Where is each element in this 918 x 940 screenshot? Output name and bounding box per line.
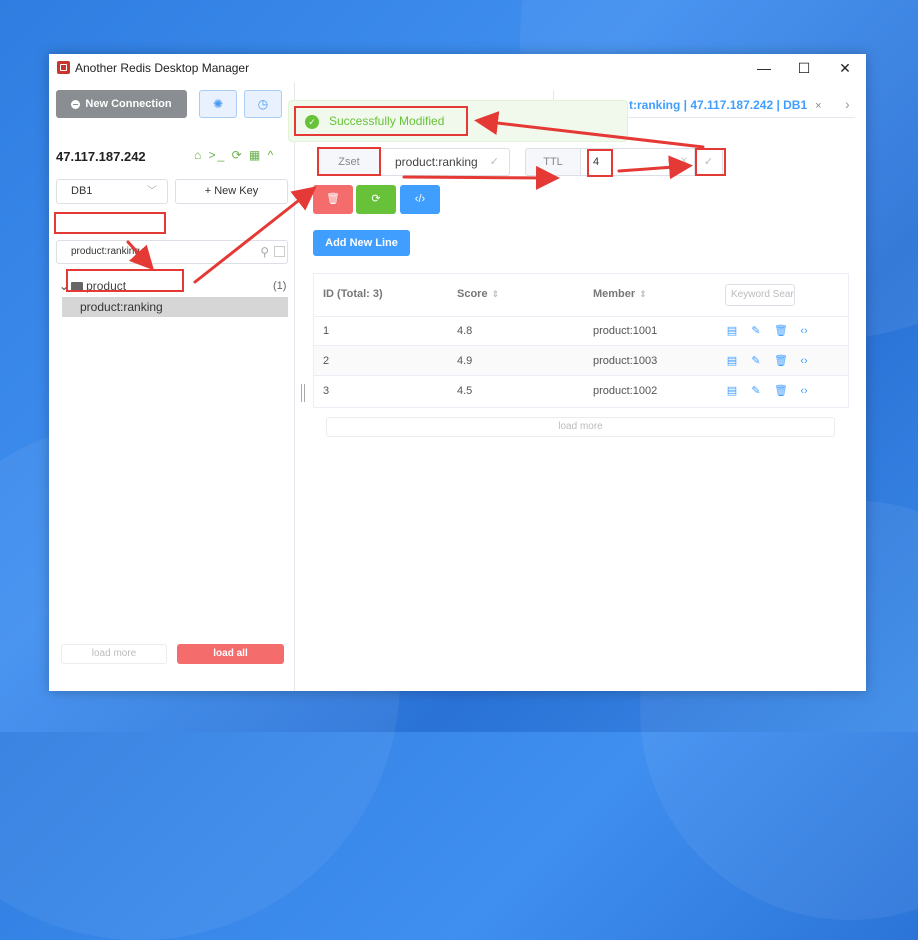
row-id: 1: [323, 325, 330, 337]
view-icon[interactable]: ▤: [726, 354, 738, 367]
new-key-button[interactable]: + New Key: [175, 179, 288, 204]
key-search-input[interactable]: product:ranking ⚲: [56, 240, 288, 264]
column-id-header: ID (Total: 3): [323, 288, 383, 300]
app-logo-icon: [57, 61, 70, 74]
sidebar-load-more-button[interactable]: load more: [61, 644, 167, 664]
code-icon[interactable]: ‹›: [798, 325, 810, 337]
key-search-value: product:ranking: [71, 246, 140, 257]
trash-icon[interactable]: 🗑: [774, 384, 788, 397]
trash-icon[interactable]: 🗑: [774, 354, 788, 367]
tab-scroll-right-icon[interactable]: ›: [845, 96, 850, 112]
member-header-label: Member: [593, 288, 636, 300]
edit-icon[interactable]: ✎: [750, 324, 762, 337]
clock-icon: ◷: [257, 97, 269, 111]
table-row: 1 4.8 product:1001 ▤ ✎ 🗑 ‹›: [314, 316, 848, 346]
tree-item-key[interactable]: product:ranking: [62, 297, 288, 317]
table-row: 2 4.9 product:1003 ▤ ✎ 🗑 ‹›: [314, 346, 848, 376]
exact-match-checkbox[interactable]: [274, 246, 285, 257]
connection-tools-icons[interactable]: ⌂ >_ ⟳ ▦ ^: [194, 148, 275, 162]
window-title: Another Redis Desktop Manager: [75, 61, 250, 75]
code-icon[interactable]: ‹›: [798, 385, 810, 397]
refresh-icon: ⟳: [371, 193, 381, 205]
db-select-value: DB1: [71, 185, 93, 197]
search-icon[interactable]: ⚲: [260, 241, 269, 263]
history-button[interactable]: ◷: [244, 90, 282, 118]
code-icon: ‹/›: [414, 193, 426, 205]
row-actions: ▤ ✎ 🗑 ‹›: [726, 324, 822, 337]
chevron-down-icon: ﹀: [147, 186, 157, 197]
maximize-button[interactable]: ☐: [789, 58, 819, 78]
gear-icon: ✺: [212, 97, 224, 111]
score-header-label: Score: [457, 288, 488, 300]
new-connection-label: New Connection: [85, 98, 172, 110]
annotation-box-search: [54, 212, 166, 234]
minimize-button[interactable]: —: [749, 58, 779, 78]
row-score: 4.8: [457, 325, 473, 337]
key-name-input[interactable]: product:ranking ✓: [380, 148, 510, 176]
view-icon[interactable]: ▤: [726, 324, 738, 337]
clear-icon[interactable]: ✕: [680, 149, 688, 175]
tab-key-ranking[interactable]: t:ranking | 47.117.187.242 | DB1 ×: [629, 98, 822, 112]
trash-icon[interactable]: 🗑: [774, 324, 788, 337]
app-window: Another Redis Desktop Manager — ☐ ✕ New …: [49, 54, 866, 691]
view-icon[interactable]: ▤: [726, 384, 738, 397]
sidebar: New Connection ✺ ◷ 47.117.187.242 ⌂ >_ ⟳…: [49, 82, 295, 691]
key-name-value: product:ranking: [395, 155, 478, 169]
title-bar: Another Redis Desktop Manager — ☐ ✕: [49, 54, 866, 82]
column-member-header[interactable]: Member ⇕: [593, 288, 647, 300]
row-member: product:1001: [593, 325, 658, 337]
sort-icon[interactable]: ⇕: [492, 289, 500, 299]
annotation-box-ttl: [587, 149, 613, 177]
add-new-line-button[interactable]: Add New Line: [313, 230, 410, 256]
delete-key-button[interactable]: 🗑: [313, 185, 353, 214]
annotation-box-confirm: [695, 148, 726, 176]
connection-name[interactable]: 47.117.187.242: [56, 149, 146, 164]
row-actions: ▤ ✎ 🗑 ‹›: [726, 354, 822, 367]
annotation-box-type: [317, 147, 381, 176]
row-score: 4.5: [457, 385, 473, 397]
db-select[interactable]: DB1 ﹀: [56, 179, 168, 204]
table-row: 3 4.5 product:1002 ▤ ✎ 🗑 ‹›: [314, 376, 848, 406]
new-connection-button[interactable]: New Connection: [56, 90, 187, 118]
row-member: product:1002: [593, 385, 658, 397]
trash-icon: 🗑: [326, 193, 340, 205]
row-id: 3: [323, 385, 330, 397]
tree-folder-count: (1): [273, 280, 287, 292]
tab-close-button[interactable]: ×: [815, 100, 821, 112]
edit-icon[interactable]: ✎: [750, 354, 762, 367]
keyword-search-input[interactable]: Keyword Search: [725, 284, 795, 306]
annotation-box-tree-item: [66, 269, 184, 292]
refresh-key-button[interactable]: ⟳: [356, 185, 396, 214]
connection-toolbar[interactable]: ⌂ >_ ⟳ ▦ ^: [194, 148, 275, 162]
pane-splitter[interactable]: [301, 384, 305, 402]
ttl-label: TTL: [525, 148, 581, 176]
sort-icon[interactable]: ⇕: [639, 289, 647, 299]
dump-command-button[interactable]: ‹/›: [400, 185, 440, 214]
zset-table: ID (Total: 3) Score ⇕ Member ⇕ Keyword Sea…: [313, 273, 849, 408]
code-icon[interactable]: ‹›: [798, 355, 810, 367]
tab-label: t:ranking | 47.117.187.242 | DB1: [629, 98, 808, 112]
row-score: 4.9: [457, 355, 473, 367]
table-header: ID (Total: 3) Score ⇕ Member ⇕ Keyword Sea…: [314, 274, 848, 317]
edit-icon[interactable]: ✎: [750, 384, 762, 397]
close-window-button[interactable]: ✕: [830, 58, 860, 78]
check-icon[interactable]: ✓: [490, 149, 499, 175]
settings-button[interactable]: ✺: [199, 90, 237, 118]
table-load-more-button[interactable]: load more: [326, 417, 835, 437]
row-id: 2: [323, 355, 330, 367]
load-all-button[interactable]: load all: [177, 644, 284, 664]
row-member: product:1003: [593, 355, 658, 367]
column-score-header[interactable]: Score ⇕: [457, 288, 499, 300]
annotation-box-toast: [294, 106, 468, 136]
minus-circle-icon: [71, 99, 81, 109]
row-actions: ▤ ✎ 🗑 ‹›: [726, 384, 822, 397]
